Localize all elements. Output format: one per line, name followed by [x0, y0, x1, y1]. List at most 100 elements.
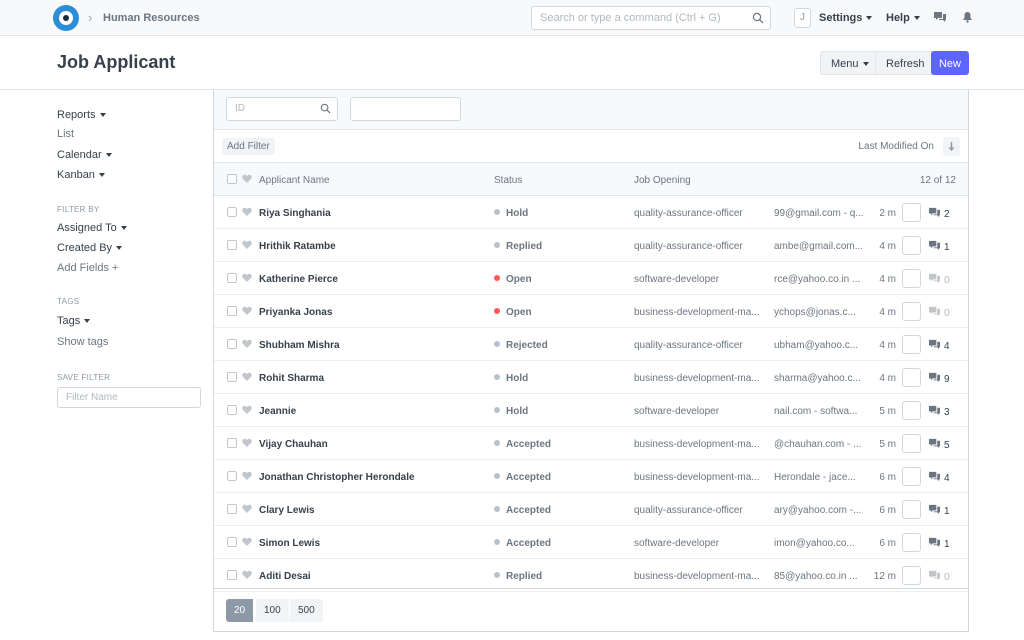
assignee-avatar-box[interactable]: [902, 302, 921, 321]
heart-icon[interactable]: [242, 570, 252, 580]
table-row[interactable]: Jonathan Christopher Herondale Accepted bu…: [214, 460, 968, 493]
add-filter-button[interactable]: Add Filter: [222, 138, 275, 155]
assignee-avatar-box[interactable]: [902, 566, 921, 585]
sidebar-item-list[interactable]: List: [57, 128, 74, 140]
heart-icon[interactable]: [242, 306, 252, 316]
assignee-avatar-box[interactable]: [902, 434, 921, 453]
row-checkbox[interactable]: [227, 306, 237, 316]
row-checkbox[interactable]: [227, 207, 237, 217]
applicant-name[interactable]: Aditi Desai: [259, 571, 311, 582]
heart-icon[interactable]: [242, 207, 252, 217]
assigned-to-filter[interactable]: Assigned To: [57, 222, 127, 234]
comment-count[interactable]: 0: [928, 273, 950, 286]
breadcrumb[interactable]: Human Resources: [103, 12, 200, 24]
comment-count[interactable]: 2: [928, 207, 950, 220]
applicant-name[interactable]: Jeannie: [259, 406, 296, 417]
assignee-avatar-box[interactable]: [902, 533, 921, 552]
table-row[interactable]: Vijay Chauhan Accepted business-developmen…: [214, 427, 968, 460]
heart-icon[interactable]: [242, 273, 252, 283]
show-tags-link[interactable]: Show tags: [57, 336, 108, 348]
help-dropdown[interactable]: Help: [886, 12, 920, 24]
page-size-100[interactable]: 100: [256, 599, 289, 622]
assignee-avatar-box[interactable]: [902, 368, 921, 387]
table-row[interactable]: Simon Lewis Accepted software-developer imo…: [214, 526, 968, 559]
avatar[interactable]: J: [794, 8, 811, 28]
comment-count[interactable]: 0: [928, 570, 950, 583]
assignee-avatar-box[interactable]: [902, 203, 921, 222]
applicant-name[interactable]: Jonathan Christopher Herondale: [259, 472, 415, 483]
heart-icon[interactable]: [242, 240, 252, 250]
filter-name-input[interactable]: Filter Name: [57, 387, 201, 408]
assignee-avatar-box[interactable]: [902, 500, 921, 519]
heart-icon[interactable]: [242, 438, 252, 448]
row-checkbox[interactable]: [227, 504, 237, 514]
comment-count[interactable]: 4: [928, 471, 950, 484]
tags-dropdown[interactable]: Tags: [57, 315, 91, 327]
search-input[interactable]: Search or type a command (Ctrl + G): [531, 6, 771, 30]
comment-count[interactable]: 9: [928, 372, 950, 385]
comment-count[interactable]: 0: [928, 306, 950, 319]
table-row[interactable]: Rohit Sharma Hold business-development-ma.…: [214, 361, 968, 394]
created-by-filter[interactable]: Created By: [57, 242, 123, 254]
refresh-button[interactable]: Refresh: [875, 51, 936, 75]
comment-count[interactable]: 1: [928, 240, 950, 253]
applicant-name[interactable]: Priyanka Jonas: [259, 307, 332, 318]
settings-dropdown[interactable]: Settings: [819, 12, 873, 24]
row-checkbox[interactable]: [227, 438, 237, 448]
heart-icon[interactable]: [242, 471, 252, 481]
applicant-name[interactable]: Katherine Pierce: [259, 274, 338, 285]
chat-icon[interactable]: [933, 11, 947, 23]
table-row[interactable]: Riya Singhania Hold quality-assurance-offi…: [214, 196, 968, 229]
row-checkbox[interactable]: [227, 405, 237, 415]
row-checkbox[interactable]: [227, 471, 237, 481]
add-fields-link[interactable]: Add Fields +: [57, 262, 118, 274]
id-filter-input[interactable]: ID: [226, 97, 338, 121]
applicant-name[interactable]: Clary Lewis: [259, 505, 315, 516]
app-logo[interactable]: [53, 5, 79, 31]
assignee-avatar-box[interactable]: [902, 269, 921, 288]
table-row[interactable]: Shubham Mishra Rejected quality-assurance-…: [214, 328, 968, 361]
table-row[interactable]: Priyanka Jonas Open business-development-m…: [214, 295, 968, 328]
comment-count[interactable]: 1: [928, 504, 950, 517]
applicant-name[interactable]: Hrithik Ratambe: [259, 241, 336, 252]
comment-count[interactable]: 1: [928, 537, 950, 550]
heart-icon[interactable]: [242, 405, 252, 415]
row-checkbox[interactable]: [227, 372, 237, 382]
table-row[interactable]: Hrithik Ratambe Replied quality-assurance-…: [214, 229, 968, 262]
applicant-name[interactable]: Riya Singhania: [259, 208, 331, 219]
select-all-checkbox[interactable]: [227, 174, 237, 184]
applicant-name[interactable]: Simon Lewis: [259, 538, 320, 549]
applicant-name[interactable]: Shubham Mishra: [259, 340, 340, 351]
new-button[interactable]: New: [931, 51, 969, 75]
table-row[interactable]: Clary Lewis Accepted quality-assurance-off…: [214, 493, 968, 526]
sidebar-item-reports[interactable]: Reports: [57, 109, 106, 121]
row-checkbox[interactable]: [227, 339, 237, 349]
row-checkbox[interactable]: [227, 537, 237, 547]
field-filter-input[interactable]: [350, 97, 461, 121]
table-row[interactable]: Katherine Pierce Open software-developer rc…: [214, 262, 968, 295]
table-row[interactable]: Jeannie Hold software-developer nail.com - …: [214, 394, 968, 427]
page-size-500[interactable]: 500: [290, 599, 323, 622]
bell-icon[interactable]: [962, 11, 973, 23]
comment-count[interactable]: 5: [928, 438, 950, 451]
assignee-avatar-box[interactable]: [902, 401, 921, 420]
sort-order-button[interactable]: [943, 137, 960, 156]
sort-selector[interactable]: Last Modified On: [858, 141, 934, 152]
assignee-avatar-box[interactable]: [902, 236, 921, 255]
page-size-20[interactable]: 20: [226, 599, 254, 622]
sidebar-item-calendar[interactable]: Calendar: [57, 149, 112, 161]
assignee-avatar-box[interactable]: [902, 335, 921, 354]
row-checkbox[interactable]: [227, 273, 237, 283]
heart-icon[interactable]: [242, 339, 252, 349]
heart-icon[interactable]: [242, 372, 252, 382]
heart-icon[interactable]: [242, 174, 252, 184]
applicant-name[interactable]: Vijay Chauhan: [259, 439, 328, 450]
assignee-avatar-box[interactable]: [902, 467, 921, 486]
row-checkbox[interactable]: [227, 570, 237, 580]
comment-count[interactable]: 4: [928, 339, 950, 352]
comment-count[interactable]: 3: [928, 405, 950, 418]
menu-button[interactable]: Menu: [820, 51, 880, 75]
applicant-name[interactable]: Rohit Sharma: [259, 373, 324, 384]
sidebar-item-kanban[interactable]: Kanban: [57, 169, 105, 181]
row-checkbox[interactable]: [227, 240, 237, 250]
